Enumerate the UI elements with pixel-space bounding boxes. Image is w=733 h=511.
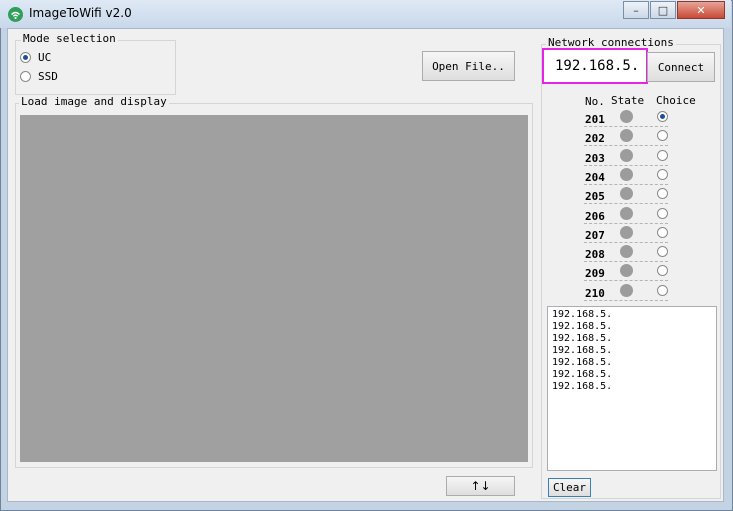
header-state: State [611, 94, 645, 107]
header-no: No. [585, 95, 605, 108]
node-number: 202 [585, 132, 605, 145]
node-row-divider [584, 126, 668, 127]
node-number: 209 [585, 267, 605, 280]
node-number: 208 [585, 248, 605, 261]
node-row-divider [584, 300, 668, 301]
node-row-divider [584, 280, 668, 281]
node-state-indicator [620, 284, 633, 297]
node-number: 201 [585, 113, 605, 126]
node-row-divider [584, 242, 668, 243]
node-number: 205 [585, 190, 605, 203]
log-textbox[interactable]: 192.168.5. 192.168.5. 192.168.5. 192.168.5.… [547, 306, 717, 471]
node-state-indicator [620, 245, 633, 258]
open-file-button[interactable]: Open File.. [422, 51, 515, 81]
node-state-indicator [620, 264, 633, 277]
radio-ssd-label: SSD [38, 70, 58, 83]
clear-button[interactable]: Clear [548, 478, 591, 497]
radio-uc-label: UC [38, 51, 52, 64]
node-choice-radio[interactable] [657, 246, 668, 257]
radio-uc[interactable] [20, 52, 31, 63]
log-line: 192.168.5. [552, 333, 613, 344]
close-button[interactable]: ✕ [677, 1, 725, 19]
node-choice-radio[interactable] [657, 130, 668, 141]
node-choice-radio[interactable] [657, 111, 668, 122]
node-row-divider [584, 145, 668, 146]
node-state-indicator [620, 226, 633, 239]
image-display-canvas [20, 115, 528, 462]
node-number: 206 [585, 210, 605, 223]
node-number: 203 [585, 152, 605, 165]
maximize-button[interactable]: □ [650, 1, 676, 19]
node-choice-radio[interactable] [657, 150, 668, 161]
connect-button[interactable]: Connect [647, 52, 715, 82]
node-choice-radio[interactable] [657, 169, 668, 180]
node-choice-radio[interactable] [657, 208, 668, 219]
node-number: 204 [585, 171, 605, 184]
node-row-divider [584, 184, 668, 185]
node-choice-radio[interactable] [657, 265, 668, 276]
minimize-button[interactable]: – [623, 1, 649, 19]
node-state-indicator [620, 110, 633, 123]
header-choice: Choice [656, 94, 696, 107]
node-choice-radio[interactable] [657, 285, 668, 296]
node-row-divider [584, 165, 668, 166]
node-state-indicator [620, 168, 633, 181]
log-line: 192.168.5. [552, 321, 613, 332]
node-choice-radio[interactable] [657, 227, 668, 238]
log-line: 192.168.5. [552, 357, 613, 368]
radio-ssd[interactable] [20, 71, 31, 82]
node-state-indicator [620, 207, 633, 220]
node-row-divider [584, 203, 668, 204]
log-line: 192.168.5. [552, 345, 613, 356]
node-row-divider [584, 261, 668, 262]
swap-button[interactable]: ↑↓ [446, 476, 515, 496]
node-choice-radio[interactable] [657, 188, 668, 199]
node-state-indicator [620, 149, 633, 162]
log-line: 192.168.5. [552, 381, 613, 392]
ip-address-input[interactable]: 192.168.5. [542, 48, 648, 84]
log-line: 192.168.5. [552, 309, 613, 320]
mode-selection-title: Mode selection [21, 32, 118, 45]
node-number: 207 [585, 229, 605, 242]
wifi-icon [8, 7, 23, 22]
node-state-indicator [620, 187, 633, 200]
window-title: ImageToWifi v2.0 [29, 6, 132, 20]
display-group-title: Load image and display [19, 95, 169, 108]
mode-selection-group [15, 40, 176, 95]
node-state-indicator [620, 129, 633, 142]
node-number: 210 [585, 287, 605, 300]
node-row-divider [584, 223, 668, 224]
log-line: 192.168.5. [552, 369, 613, 380]
